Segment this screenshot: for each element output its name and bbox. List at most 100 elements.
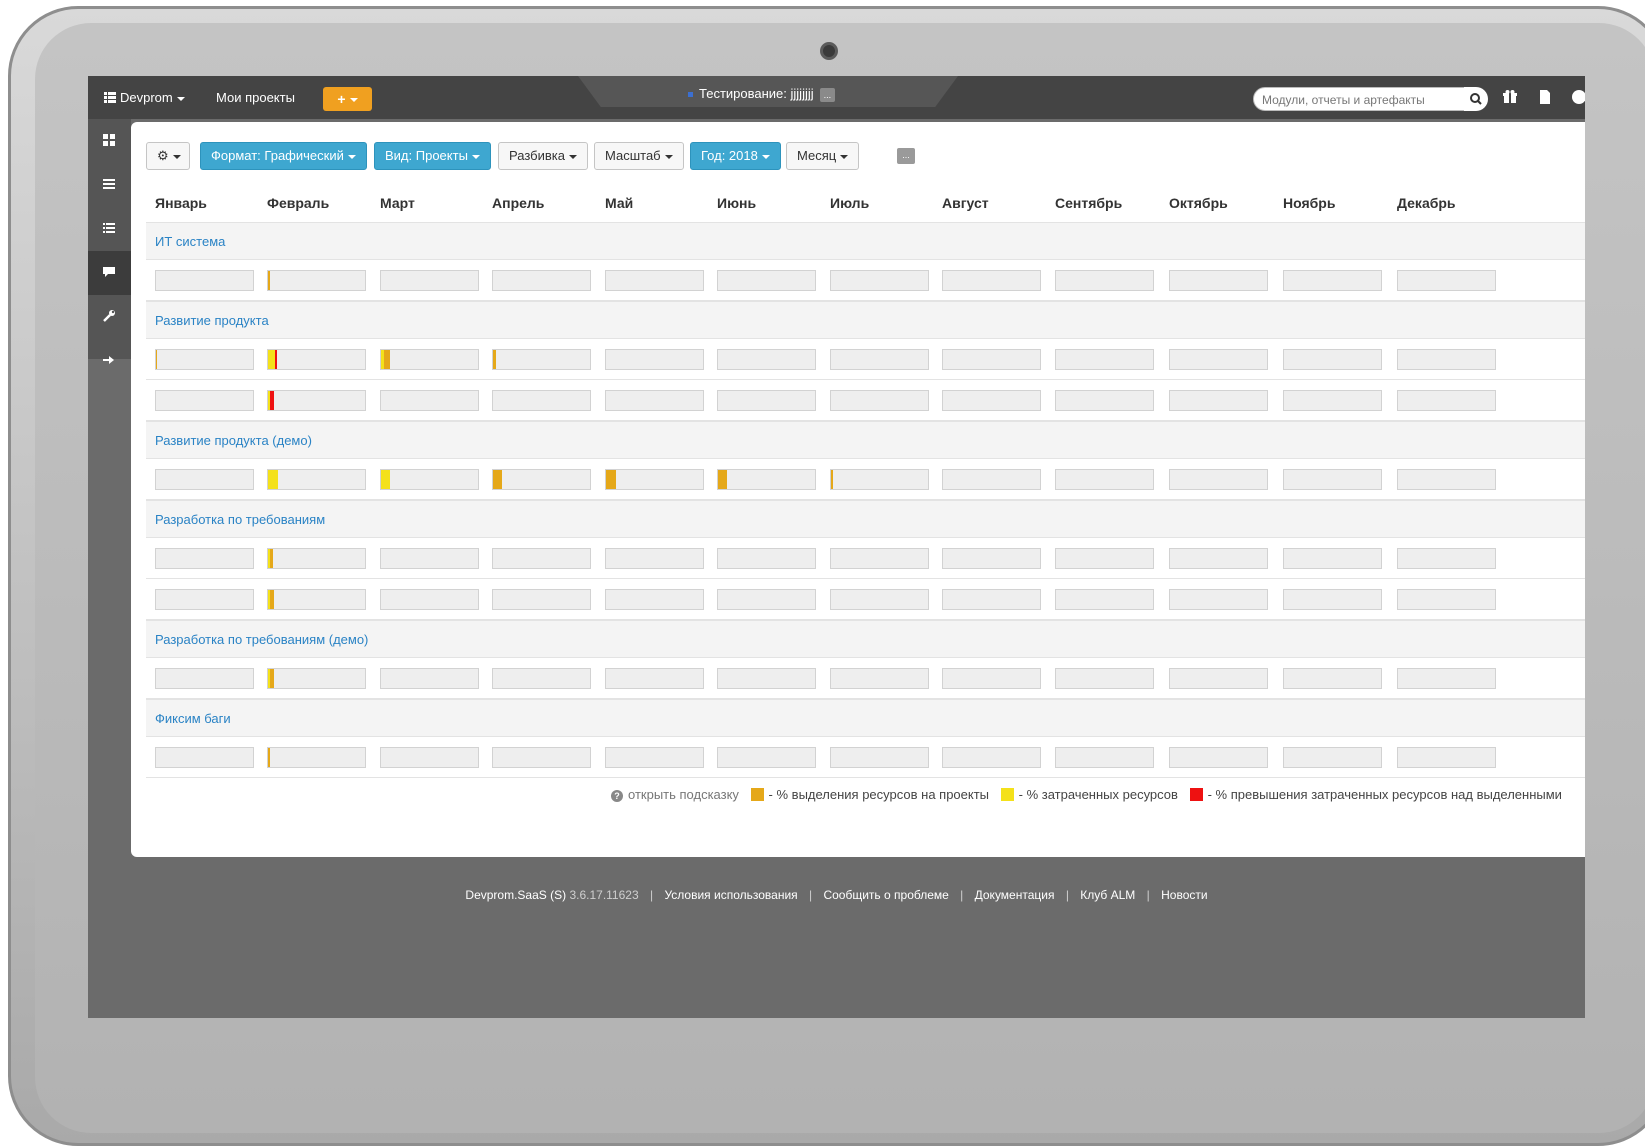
- document-icon[interactable]: [1538, 90, 1552, 104]
- month-cell[interactable]: [492, 390, 591, 411]
- month-cell[interactable]: [717, 349, 816, 370]
- footer-link-alm-club[interactable]: Клуб ALM: [1080, 888, 1135, 902]
- month-cell[interactable]: [1397, 747, 1496, 768]
- month-cell[interactable]: [717, 747, 816, 768]
- month-cell[interactable]: [717, 469, 816, 490]
- month-cell[interactable]: [1283, 469, 1382, 490]
- month-cell[interactable]: [380, 589, 479, 610]
- month-cell[interactable]: [492, 747, 591, 768]
- month-cell[interactable]: [942, 747, 1041, 768]
- month-cell[interactable]: [492, 668, 591, 689]
- month-cell[interactable]: [1283, 747, 1382, 768]
- footer-link-docs[interactable]: Документация: [975, 888, 1055, 902]
- month-cell[interactable]: [605, 747, 704, 768]
- month-cell[interactable]: [492, 469, 591, 490]
- search-input[interactable]: Модули, отчеты и артефакты: [1253, 87, 1469, 111]
- month-cell[interactable]: [830, 469, 929, 490]
- month-cell[interactable]: [717, 390, 816, 411]
- month-cell[interactable]: [830, 668, 929, 689]
- help-icon[interactable]: [1572, 90, 1585, 104]
- project-more-button[interactable]: ...: [819, 87, 836, 102]
- month-cell[interactable]: [155, 668, 254, 689]
- month-cell[interactable]: [155, 548, 254, 569]
- month-cell[interactable]: [1397, 270, 1496, 291]
- month-cell[interactable]: [830, 349, 929, 370]
- month-cell[interactable]: [1169, 469, 1268, 490]
- month-cell[interactable]: [1169, 668, 1268, 689]
- month-cell[interactable]: [492, 548, 591, 569]
- month-cell[interactable]: [380, 469, 479, 490]
- month-cell[interactable]: [267, 548, 366, 569]
- month-cell[interactable]: [380, 747, 479, 768]
- sidebar-item-discussions[interactable]: [88, 251, 131, 295]
- month-cell[interactable]: [1397, 548, 1496, 569]
- month-cell[interactable]: [1283, 349, 1382, 370]
- month-cell[interactable]: [1169, 589, 1268, 610]
- month-cell[interactable]: [492, 270, 591, 291]
- month-filter-button[interactable]: Месяц: [786, 142, 860, 170]
- month-cell[interactable]: [717, 668, 816, 689]
- month-cell[interactable]: [492, 589, 591, 610]
- month-cell[interactable]: [267, 668, 366, 689]
- month-cell[interactable]: [605, 270, 704, 291]
- project-link[interactable]: Разработка по требованиям (демо): [155, 632, 368, 647]
- project-link[interactable]: Развитие продукта (демо): [155, 433, 312, 448]
- my-projects-link[interactable]: Мои проекты: [216, 90, 295, 105]
- month-cell[interactable]: [155, 270, 254, 291]
- month-cell[interactable]: [717, 548, 816, 569]
- footer-link-news[interactable]: Новости: [1161, 888, 1207, 902]
- brand-menu[interactable]: Devprom: [104, 90, 185, 105]
- footer-link-report-issue[interactable]: Сообщить о проблеме: [823, 888, 948, 902]
- scale-filter-button[interactable]: Масштаб: [594, 142, 684, 170]
- current-project[interactable]: Тестирование: jjjjjjjj...: [688, 86, 836, 102]
- month-cell[interactable]: [155, 589, 254, 610]
- month-cell[interactable]: [155, 390, 254, 411]
- month-cell[interactable]: [380, 668, 479, 689]
- month-cell[interactable]: [1283, 668, 1382, 689]
- add-button[interactable]: +: [323, 87, 372, 111]
- month-cell[interactable]: [380, 390, 479, 411]
- format-filter-button[interactable]: Формат: Графический: [200, 142, 367, 170]
- month-cell[interactable]: [830, 390, 929, 411]
- month-cell[interactable]: [267, 349, 366, 370]
- month-cell[interactable]: [942, 349, 1041, 370]
- sidebar-item-logout[interactable]: [88, 339, 131, 383]
- footer-link-terms[interactable]: Условия использования: [664, 888, 797, 902]
- month-cell[interactable]: [1283, 390, 1382, 411]
- month-cell[interactable]: [605, 469, 704, 490]
- month-cell[interactable]: [1283, 548, 1382, 569]
- month-cell[interactable]: [1055, 390, 1154, 411]
- month-cell[interactable]: [1055, 548, 1154, 569]
- month-cell[interactable]: [1169, 270, 1268, 291]
- month-cell[interactable]: [830, 589, 929, 610]
- project-link[interactable]: ИТ система: [155, 234, 225, 249]
- month-cell[interactable]: [942, 668, 1041, 689]
- month-cell[interactable]: [155, 349, 254, 370]
- month-cell[interactable]: [605, 589, 704, 610]
- month-cell[interactable]: [942, 548, 1041, 569]
- month-cell[interactable]: [717, 589, 816, 610]
- month-cell[interactable]: [380, 270, 479, 291]
- month-cell[interactable]: [605, 390, 704, 411]
- month-cell[interactable]: [942, 270, 1041, 291]
- project-link[interactable]: Развитие продукта: [155, 313, 269, 328]
- month-cell[interactable]: [1397, 469, 1496, 490]
- sidebar-item-backlog[interactable]: [88, 163, 131, 207]
- month-cell[interactable]: [380, 548, 479, 569]
- month-cell[interactable]: [942, 390, 1041, 411]
- month-cell[interactable]: [1055, 589, 1154, 610]
- month-cell[interactable]: [605, 349, 704, 370]
- month-cell[interactable]: [267, 469, 366, 490]
- month-cell[interactable]: [605, 548, 704, 569]
- month-cell[interactable]: [267, 747, 366, 768]
- month-cell[interactable]: [380, 349, 479, 370]
- month-cell[interactable]: [830, 548, 929, 569]
- month-cell[interactable]: [1283, 270, 1382, 291]
- month-cell[interactable]: [942, 469, 1041, 490]
- settings-button[interactable]: ⚙: [146, 142, 190, 170]
- month-cell[interactable]: [1169, 349, 1268, 370]
- month-cell[interactable]: [1397, 390, 1496, 411]
- project-link[interactable]: Разработка по требованиям: [155, 512, 325, 527]
- month-cell[interactable]: [1055, 270, 1154, 291]
- month-cell[interactable]: [942, 589, 1041, 610]
